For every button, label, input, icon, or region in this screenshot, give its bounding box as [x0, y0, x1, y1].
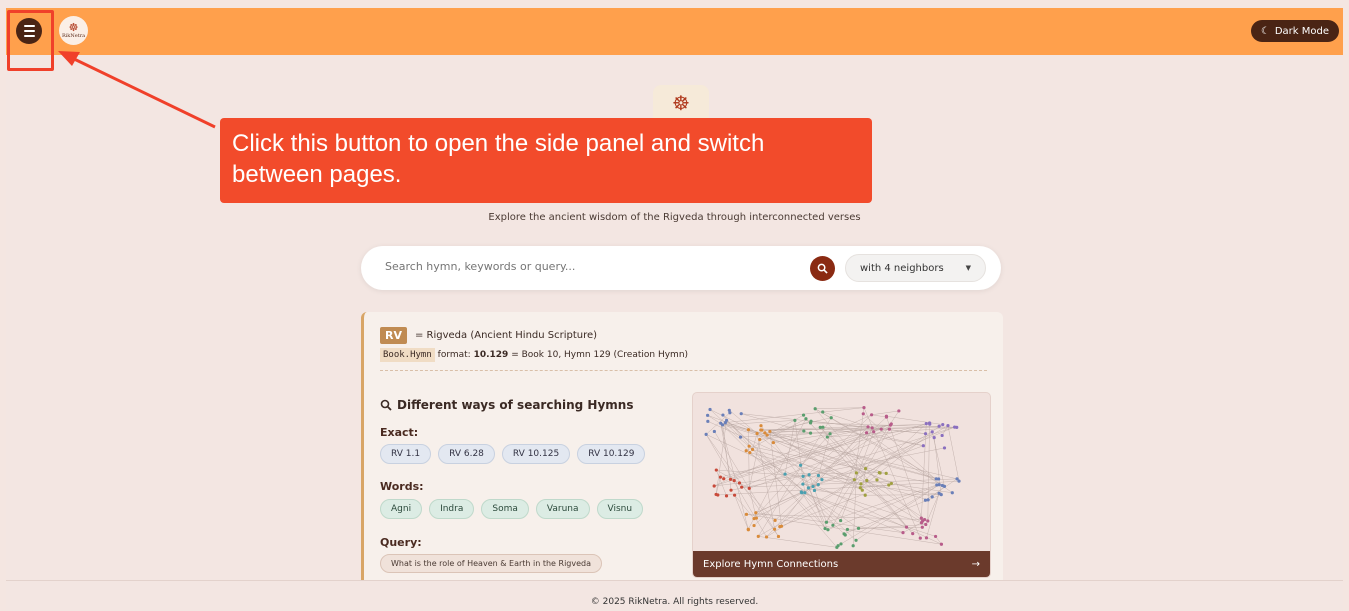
tutorial-callout: Click this button to open the side panel… — [220, 118, 872, 203]
pointer-arrow — [58, 51, 216, 129]
